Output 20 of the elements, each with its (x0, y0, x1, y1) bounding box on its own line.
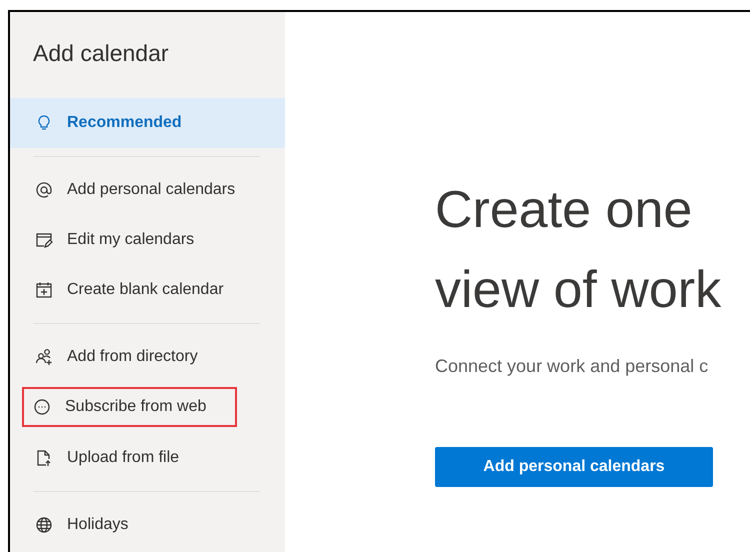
calendar-pen-icon (35, 231, 53, 249)
at-sign-icon (35, 181, 53, 199)
headline: Create one (435, 180, 692, 241)
panel-title: Add calendar (33, 39, 170, 68)
sidebar-item[interactable]: Recommended (10, 98, 285, 148)
globe-icon (35, 516, 53, 534)
sidebar-item[interactable]: Edit my calendars (10, 215, 285, 265)
ellipsis-circle-icon (33, 398, 51, 416)
sidebar-item[interactable]: Subscribe from web (22, 387, 237, 427)
sidebar-item[interactable]: Create blank calendar (10, 265, 285, 315)
headline: view of work (435, 260, 722, 321)
sidebar-item[interactable]: Add from directory (10, 332, 285, 382)
sidebar-item[interactable]: Add personal calendars (10, 165, 285, 215)
sidebar-item[interactable]: Upload from file (10, 433, 285, 483)
subtitle: Connect your work and personal c (435, 356, 708, 377)
sidebar-item[interactable]: Holidays (10, 500, 285, 550)
add-personal-calendars-button[interactable]: Add personal calendars (435, 447, 713, 487)
file-upload-icon (35, 449, 53, 467)
calendar-plus-icon (35, 281, 53, 299)
people-add-icon (35, 348, 53, 366)
